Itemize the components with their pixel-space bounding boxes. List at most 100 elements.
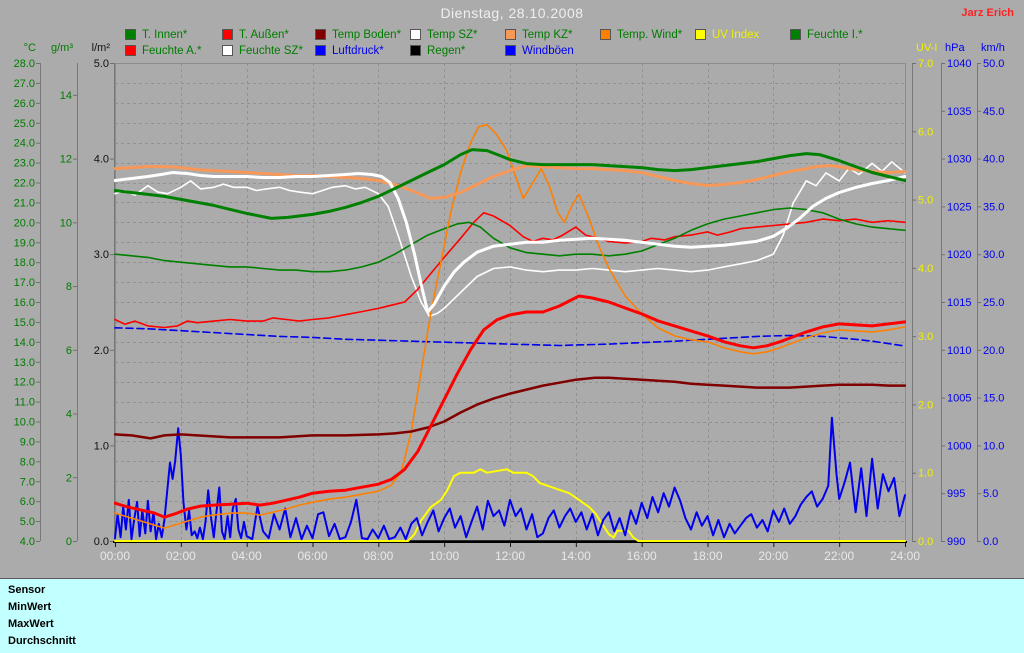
x-tick-label: 08:00 xyxy=(363,549,393,563)
axis-tick-label: 26.0 xyxy=(14,98,35,110)
axis-tick-label: 15.0 xyxy=(14,317,35,329)
axis-tick-label: 0.0 xyxy=(918,536,933,548)
weather-day-view: Dienstag, 28.10.2008 Jarz Erich T. Innen… xyxy=(0,0,1024,653)
axis-tick-label: 1005 xyxy=(947,393,971,405)
axis-tick-label: 50.0 xyxy=(983,58,1004,70)
axis-tick-label: 1025 xyxy=(947,201,971,213)
x-tick-label: 06:00 xyxy=(297,549,327,563)
axis-tick-label: 1010 xyxy=(947,345,971,357)
axis-tick-label: 0.0 xyxy=(983,536,998,548)
axis-gm3: 14 12 10 8 6 4 2 0 g/m³ xyxy=(51,42,78,548)
axis-tick-label: 4.0 xyxy=(94,154,109,166)
axis-tick-label: 22.0 xyxy=(14,178,35,190)
axis-tick-label: 990 xyxy=(947,536,965,548)
axis-tick-label: 13.0 xyxy=(14,357,35,369)
axis-tick-label: 4.0 xyxy=(918,263,933,275)
axis-unit-label: l/m² xyxy=(92,42,111,54)
x-tick-label: 00:00 xyxy=(100,549,130,563)
axis-tick-label: 4.0 xyxy=(20,536,35,548)
axis-tick-label: 1040 xyxy=(947,58,971,70)
row-label: MaxWert xyxy=(0,616,88,633)
axis-tick-label: 18.0 xyxy=(14,257,35,269)
weather-chart: 2 8.0 27.0 26.0 25.0 24.0 23.0 22.0 21.0 20.0 19.0… xyxy=(0,0,1024,578)
axis-tick-label: 10.0 xyxy=(983,440,1004,452)
axis-tick-label: 20.0 xyxy=(14,217,35,229)
axis-tick-label: 1015 xyxy=(947,297,971,309)
series-luftdruck xyxy=(115,328,905,346)
axis-tick-label: 12.0 xyxy=(14,377,35,389)
x-tick-label: 14:00 xyxy=(561,549,591,563)
axis-tick-label: 5.0 xyxy=(20,516,35,528)
axis-unit-label: g/m³ xyxy=(51,42,73,54)
axis-tick-label: 16.0 xyxy=(14,297,35,309)
axis-tick-label: 11.0 xyxy=(14,397,35,409)
axis-tick-label: 25.0 xyxy=(14,118,35,130)
axis-tick-label: 1020 xyxy=(947,249,971,261)
row-label: MinWert xyxy=(0,599,88,616)
axis-tick-label: 1030 xyxy=(947,154,971,166)
axis-tick-label: 45.0 xyxy=(983,106,1004,118)
axis-C: 28.027.026.025.024.023.022.021.020.019.0… xyxy=(14,42,41,548)
axis-tick-label: 14.0 xyxy=(14,337,35,349)
axis-tick-label: 21.0 xyxy=(14,197,35,209)
x-tick-label: 16:00 xyxy=(627,549,657,563)
axis-tick-label: 6 xyxy=(66,345,72,357)
axis-tick-label: 8.0 xyxy=(20,456,35,468)
axis-tick-label: 2.0 xyxy=(918,399,933,411)
x-axis: 00:00 02:00 04:00 06:00 08:00 10:00 12:00 14:00… xyxy=(100,542,920,563)
axis-tick-label: 5.0 xyxy=(918,195,933,207)
row-label: Durchschnitt xyxy=(0,633,88,650)
x-tick-label: 24:00 xyxy=(890,549,920,563)
axis-tick-label: 5.0 xyxy=(983,488,998,500)
axis-unit-label: km/h xyxy=(981,42,1005,54)
axis-tick-label: 5.0 xyxy=(94,58,109,70)
axis-tick-label: 2.0 xyxy=(94,345,109,357)
x-tick-label: 04:00 xyxy=(232,549,262,563)
axis-unit-label: °C xyxy=(24,42,36,54)
axis-tick-label: 1.0 xyxy=(94,440,109,452)
gridlines xyxy=(115,63,905,541)
axis-tick-label: 7.0 xyxy=(918,58,933,70)
axis-tick-label: 6.0 xyxy=(20,496,35,508)
axis-unit-label: hPa xyxy=(945,42,965,54)
axis-tick-label: 3.0 xyxy=(918,331,933,343)
axis-uv: 7.06.05.04.03.02.01.00.0UV-I xyxy=(912,42,937,548)
axis-tick-label: 4 xyxy=(66,409,72,421)
axis-tick-label: 1000 xyxy=(947,440,971,452)
axis-tick-label: 35.0 xyxy=(983,201,1004,213)
axis-tick-label: 30.0 xyxy=(983,249,1004,261)
axis-tick-label: 8 xyxy=(66,281,72,293)
summary-table: SensorMinWertMaxWertDurchschnitt xyxy=(0,578,1024,653)
x-tick-label: 22:00 xyxy=(824,549,854,563)
x-tick-label: 12:00 xyxy=(495,549,525,563)
axis-tick-label: 19.0 xyxy=(14,237,35,249)
x-tick-label: 02:00 xyxy=(166,549,196,563)
axis-kmh: 50.0 45.0 40.0 35.0 30.0 25.0 20.0 15.0 10.0 5.0 0… xyxy=(977,42,1005,548)
axis-tick-label: 23.0 xyxy=(14,158,35,170)
axis-tick-label: 10 xyxy=(60,217,72,229)
x-tick-label: 18:00 xyxy=(692,549,722,563)
axis-tick-label: 12 xyxy=(60,154,72,166)
x-tick-label: 20:00 xyxy=(758,549,788,563)
row-label: Sensor xyxy=(0,582,88,599)
series-temp-kz xyxy=(115,166,905,199)
axis-tick-label: 0.0 xyxy=(94,536,109,548)
axis-tick-label: 15.0 xyxy=(983,393,1004,405)
axis-tick-label: 2 xyxy=(66,472,72,484)
axis-hpa: 1040103510301025102010151010100510009959… xyxy=(941,42,971,548)
axis-tick-label: 7.0 xyxy=(20,476,35,488)
axis-tick-label: 1035 xyxy=(947,106,971,118)
axis-unit-label: UV-I xyxy=(916,42,937,54)
axis-tick-label: 27.0 xyxy=(14,78,35,90)
axis-tick-label: 14 xyxy=(60,90,72,102)
axis-tick-label: 0 xyxy=(66,536,72,548)
axis-tick-label: 10.0 xyxy=(14,417,35,429)
axis-tick-label: 3.0 xyxy=(94,249,109,261)
x-tick-label: 10:00 xyxy=(429,549,459,563)
axis-tick-label: 20.0 xyxy=(983,345,1004,357)
axis-tick-label: 40.0 xyxy=(983,154,1004,166)
axis-lm2: 5.0 4.0 3.0 2.0 1.0 0.0 l/m² xyxy=(92,42,115,548)
axis-tick-label: 25.0 xyxy=(983,297,1004,309)
axis-tick-label: 24.0 xyxy=(14,138,35,150)
axis-tick-label: 6.0 xyxy=(918,126,933,138)
